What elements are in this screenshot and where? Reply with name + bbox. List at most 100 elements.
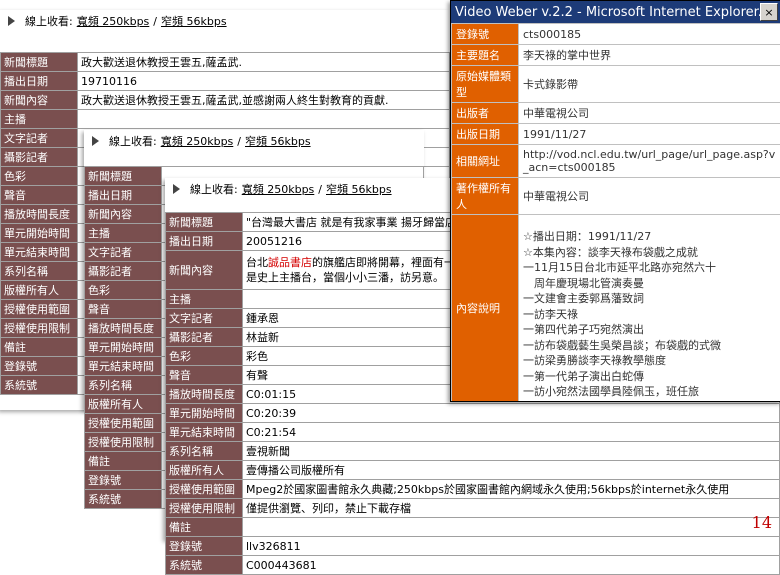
- table-row: 系統號C000443681: [166, 556, 780, 575]
- field-label: 播出日期: [85, 186, 162, 205]
- field-value: 中華電視公司: [519, 103, 780, 124]
- field-label: 播出日期: [166, 232, 243, 251]
- field-label: 登錄號: [166, 537, 243, 556]
- field-label: 版權所有人: [1, 281, 78, 300]
- field-label: 著作權所有人: [452, 178, 519, 215]
- field-label: 單元結束時間: [85, 357, 162, 376]
- field-label: 播放時間長度: [85, 319, 162, 338]
- link-separator: /: [237, 135, 241, 148]
- field-label: 授權使用限制: [1, 319, 78, 338]
- field-value: 李天祿的掌中世界: [519, 45, 780, 66]
- field-label: 授權使用限制: [85, 433, 162, 452]
- field-value: 壹傳播公司版權所有: [243, 461, 780, 480]
- field-label: 版權所有人: [166, 461, 243, 480]
- field-label: 新聞標題: [166, 213, 243, 232]
- field-label: 授權使用限制: [166, 499, 243, 518]
- window-titlebar: Video Weber v.2.2 - Microsoft Internet E…: [451, 1, 780, 23]
- field-label: 單元開始時間: [1, 224, 78, 243]
- table-row: 播出日期19710116: [1, 72, 450, 91]
- field-label: 播放時間長度: [1, 205, 78, 224]
- field-value: [78, 110, 450, 129]
- table-row: 原始媒體類型卡式錄影帶: [452, 66, 780, 103]
- field-label: 播放時間長度: [166, 385, 243, 404]
- watch-prefix: 線上收看:: [109, 133, 157, 149]
- highlight-text: 誠品書店: [268, 256, 312, 269]
- table-row: 內容說明 ☆播出日期：1991/11/27☆本集內容：談李天祿布袋戲之成就一11…: [452, 215, 780, 403]
- table-row: 系列名稱壹視新聞: [166, 442, 780, 461]
- field-label: 系列名稱: [85, 376, 162, 395]
- field-value: 僅提供瀏覽、列印，禁止下載存檔: [243, 499, 780, 518]
- narrowband-link[interactable]: 窄頻 56kbps: [161, 13, 227, 29]
- field-label: 主播: [1, 110, 78, 129]
- field-label: 備註: [1, 338, 78, 357]
- play-icon: [173, 184, 180, 194]
- field-label: 文字記者: [166, 309, 243, 328]
- field-label: 新聞內容: [85, 205, 162, 224]
- field-label: 主播: [166, 290, 243, 309]
- field-value: 卡式錄影帶: [519, 66, 780, 103]
- field-label: 系列名稱: [166, 442, 243, 461]
- catalog-table: 登錄號cts000185主要題名李天祿的掌中世界原始媒體類型卡式錄影帶出版者中華…: [451, 23, 780, 402]
- field-value: [243, 518, 780, 537]
- field-label: 單元開始時間: [85, 338, 162, 357]
- description-line: 一第四代弟子巧宛然演出: [523, 322, 776, 338]
- field-label: 色彩: [1, 167, 78, 186]
- field-label: 備註: [85, 452, 162, 471]
- field-label: 聲音: [1, 186, 78, 205]
- field-label: 原始媒體類型: [452, 66, 519, 103]
- close-icon[interactable]: ×: [760, 3, 778, 21]
- table-row: 備註: [166, 518, 780, 537]
- table-row: 出版日期1991/11/27: [452, 124, 780, 145]
- ie-window: Video Weber v.2.2 - Microsoft Internet E…: [450, 0, 780, 402]
- link-separator: /: [318, 183, 322, 196]
- description-line: 一文建會主委郭爲藩致詞: [523, 291, 776, 307]
- description-line: 一訪布袋戲藝生吳榮昌談；布袋戲的式微: [523, 338, 776, 354]
- broadband-link[interactable]: 寬頻 250kbps: [242, 181, 315, 197]
- table-row: 版權所有人壹傳播公司版權所有: [166, 461, 780, 480]
- field-label: 新聞標題: [85, 167, 162, 186]
- field-label: 新聞內容: [1, 91, 78, 110]
- field-label: 攝影記者: [85, 262, 162, 281]
- field-value: 政大歡送退休教授王雲五,薩孟武.: [78, 53, 450, 72]
- field-value: C000443681: [243, 556, 780, 575]
- field-label: 登錄號: [85, 471, 162, 490]
- broadband-link[interactable]: 寬頻 250kbps: [161, 133, 234, 149]
- field-label: 單元結束時間: [166, 423, 243, 442]
- description-line: 一訪梁勇勝談李天祿教學態度: [523, 353, 776, 369]
- field-label: 單元結束時間: [1, 243, 78, 262]
- field-label: 授權使用範圍: [166, 480, 243, 499]
- watch-prefix: 線上收看:: [190, 181, 238, 197]
- field-label: 單元開始時間: [166, 404, 243, 423]
- description-line: 周年慶現場北管演奏曼: [523, 276, 776, 292]
- field-value: Mpeg2於國家圖書館永久典藏;250kbps於國家圖書館內網域永久使用;56k…: [243, 480, 780, 499]
- field-label: 色彩: [85, 281, 162, 300]
- field-label: 新聞內容: [166, 251, 243, 290]
- field-value: 壹視新聞: [243, 442, 780, 461]
- table-row: 授權使用範圍Mpeg2於國家圖書館永久典藏;250kbps於國家圖書館內網域永久…: [166, 480, 780, 499]
- narrowband-link[interactable]: 窄頻 56kbps: [245, 133, 311, 149]
- field-label: 相關網址: [452, 145, 519, 178]
- broadband-link[interactable]: 寬頻 250kbps: [77, 13, 150, 29]
- table-row: 單元結束時間C0:21:54: [166, 423, 780, 442]
- description-line: ☆播出日期：1991/11/27: [523, 229, 776, 245]
- field-label: 系統號: [166, 556, 243, 575]
- field-label: 登錄號: [452, 24, 519, 45]
- table-row: 登錄號llv326811: [166, 537, 780, 556]
- field-value: 政大歡送退休教授王雲五,薩孟武,並感謝兩人終生對教育的貢獻.: [78, 91, 450, 110]
- field-label: 文字記者: [85, 243, 162, 262]
- field-label: 新聞標題: [1, 53, 78, 72]
- field-label: 備註: [166, 518, 243, 537]
- description-value: ☆播出日期：1991/11/27☆本集內容：談李天祿布袋戲之成就一11月15日台…: [519, 215, 780, 403]
- field-label: 出版日期: [452, 124, 519, 145]
- field-value: 19710116: [78, 72, 450, 91]
- narrowband-link[interactable]: 窄頻 56kbps: [326, 181, 392, 197]
- url-link[interactable]: http://vod.ncl.edu.tw/url_page/url_page.…: [519, 145, 780, 178]
- table-row: 主要題名李天祿的掌中世界: [452, 45, 780, 66]
- table-row: 登錄號cts000185: [452, 24, 780, 45]
- field-value: C0:21:54: [243, 423, 780, 442]
- field-value: llv326811: [243, 537, 780, 556]
- watch-online-bar: 線上收看: 寬頻 250kbps / 窄頻 56kbps: [0, 10, 450, 32]
- field-label: 文字記者: [1, 129, 78, 148]
- description-line: 一第一代弟子演出白蛇傳: [523, 369, 776, 385]
- content-text: 台北: [246, 256, 268, 269]
